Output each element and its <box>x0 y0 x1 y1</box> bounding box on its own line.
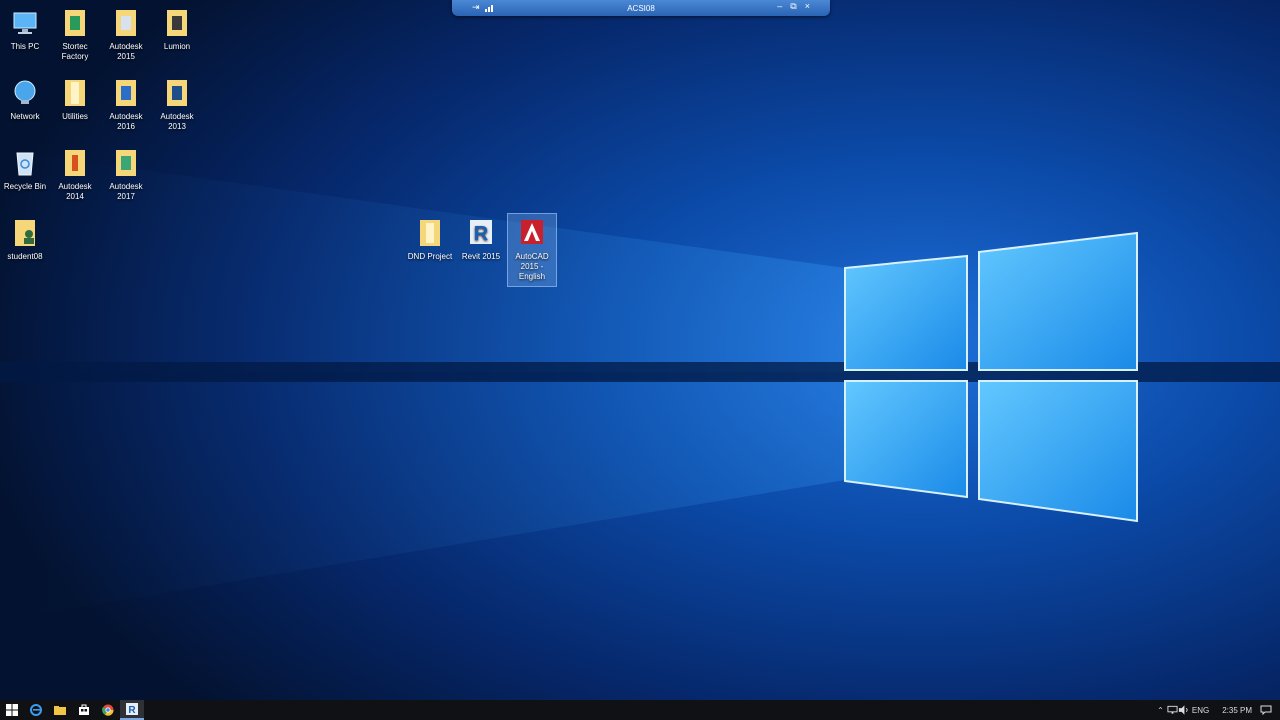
icon-label: Autodesk 2015 <box>109 42 143 61</box>
remote-desktop-bar[interactable]: ⇥ ACSI08 – ⧉ × <box>452 0 830 16</box>
icon-label: Network <box>10 112 40 121</box>
connection-signal-icon[interactable] <box>485 3 495 12</box>
desktop-icon-autodesk-2017[interactable]: Autodesk 2017 <box>103 148 149 202</box>
icon-label: Lumion <box>163 42 191 51</box>
chevron-up-icon[interactable]: ⌃ <box>1157 706 1164 715</box>
svg-text:R: R <box>474 223 489 245</box>
folder-icon <box>65 150 85 176</box>
autocad-icon <box>521 220 543 244</box>
icon-label: Autodesk 2013 <box>160 112 194 131</box>
desktop-icon-network[interactable]: Network <box>2 78 48 122</box>
icon-label: Utilities <box>62 112 88 121</box>
desktop-icon-utilities[interactable]: Utilities <box>52 78 98 122</box>
start-icon <box>6 704 18 716</box>
computer-icon <box>13 12 37 34</box>
recycle-bin-icon <box>16 152 34 176</box>
folder-icon <box>167 80 187 106</box>
desktop-icon-student08[interactable]: student08 <box>2 218 48 262</box>
icon-label: Autodesk 2014 <box>58 182 92 201</box>
chrome-icon <box>102 704 114 716</box>
close-button[interactable]: × <box>805 1 810 12</box>
desktop-icon-autodesk-2015[interactable]: Autodesk 2015 <box>103 8 149 62</box>
folder-icon <box>65 80 85 106</box>
desktop-icon-autodesk-2016[interactable]: Autodesk 2016 <box>103 78 149 132</box>
icon-label: This PC <box>10 42 40 51</box>
revit-icon: R <box>470 220 492 245</box>
volume-icon[interactable] <box>1178 705 1189 715</box>
desktop-icon-revit-2015[interactable]: R Revit 2015 <box>458 218 504 262</box>
desktop-icon-autocad-2015[interactable]: AutoCAD 2015 - English <box>507 213 557 287</box>
taskbar-store[interactable] <box>72 700 96 720</box>
taskbar-chrome[interactable] <box>96 700 120 720</box>
icon-label: student08 <box>7 252 43 261</box>
language-indicator[interactable]: ENG <box>1192 706 1209 715</box>
folder-icon <box>116 150 136 176</box>
icon-label: Stortec Factory <box>61 42 89 61</box>
network-icon[interactable] <box>1167 705 1178 715</box>
user-folder-icon <box>15 220 35 246</box>
desktop-icon-stortec-factory[interactable]: Stortec Factory <box>52 8 98 62</box>
restore-button[interactable]: ⧉ <box>790 1 796 12</box>
taskbar: R ⌃ ENG 2:35 PM <box>0 700 1280 720</box>
icon-label: Revit 2015 <box>461 252 501 261</box>
desktop-icon-autodesk-2014[interactable]: Autodesk 2014 <box>52 148 98 202</box>
desktop-icon-lumion[interactable]: Lumion <box>154 8 200 52</box>
taskbar-edge[interactable] <box>24 700 48 720</box>
folder-icon <box>116 10 136 36</box>
desktop-icon-dnd-project[interactable]: DND Project <box>407 218 453 262</box>
folder-icon <box>420 220 440 246</box>
desktop-icon-this-pc[interactable]: This PC <box>2 8 48 52</box>
taskbar-file-explorer[interactable] <box>48 700 72 720</box>
folder-icon <box>65 10 85 36</box>
system-tray: ⌃ ENG 2:35 PM <box>1154 700 1280 720</box>
clock[interactable]: 2:35 PM <box>1222 706 1252 715</box>
desktop-icon-autodesk-2013[interactable]: Autodesk 2013 <box>154 78 200 132</box>
revit-icon: R <box>126 703 138 715</box>
store-icon <box>79 704 89 715</box>
folder-icon <box>167 10 187 36</box>
icon-label: AutoCAD 2015 - English <box>515 252 549 281</box>
svg-text:R: R <box>128 705 136 715</box>
pin-icon[interactable]: ⇥ <box>472 2 480 13</box>
taskbar-revit[interactable]: R <box>120 700 144 720</box>
icon-label: Autodesk 2016 <box>109 112 143 131</box>
desktop-icon-recycle-bin[interactable]: Recycle Bin <box>2 148 48 192</box>
start-button[interactable] <box>0 700 24 720</box>
folder-icon <box>116 80 136 106</box>
network-globe-icon <box>14 80 36 104</box>
icon-label: DND Project <box>407 252 453 261</box>
edge-icon <box>30 704 42 716</box>
minimize-button[interactable]: – <box>777 1 782 12</box>
notifications-icon[interactable] <box>1260 705 1272 715</box>
icon-label: Autodesk 2017 <box>109 182 143 201</box>
remote-session-title: ACSI08 <box>627 3 655 13</box>
icon-label: Recycle Bin <box>3 182 47 191</box>
file-explorer-icon <box>54 706 66 715</box>
